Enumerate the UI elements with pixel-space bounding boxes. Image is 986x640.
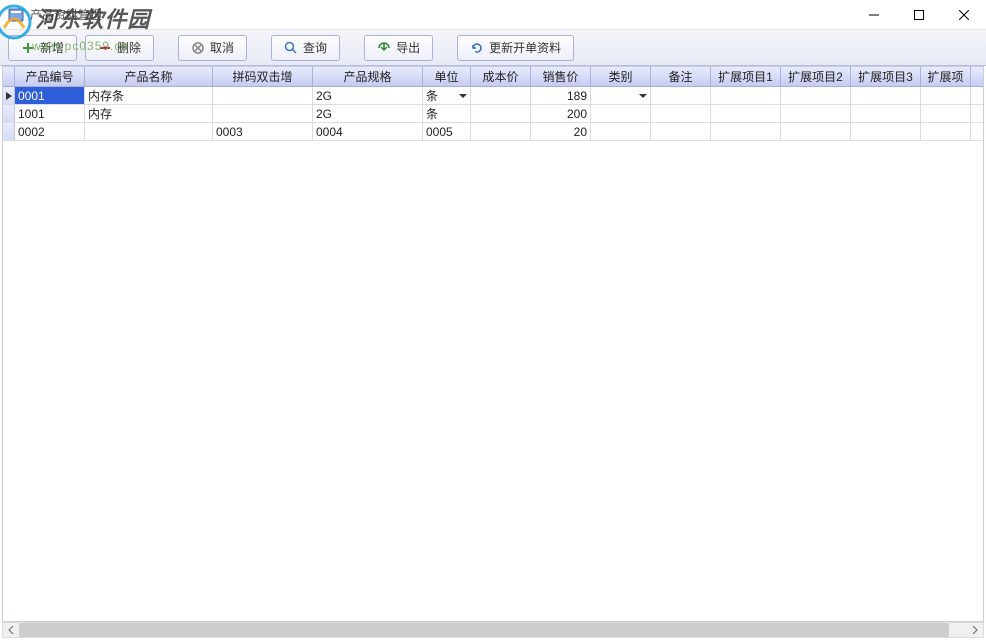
cell-cost[interactable] [471,123,531,140]
cell-cat[interactable] [591,105,651,122]
cell-e2[interactable] [781,105,851,122]
cell-id[interactable]: 0002 [15,123,85,140]
cell-remark[interactable] [651,105,711,122]
cell-unit[interactable]: 条 [423,105,471,122]
app-icon [8,7,24,23]
col-header[interactable]: 扩展项目3 [851,67,921,86]
col-header[interactable]: 扩展项目1 [711,67,781,86]
cell-e3[interactable] [851,87,921,104]
scroll-right-arrow[interactable] [967,623,983,637]
cell-py[interactable]: 0003 [213,123,313,140]
col-header[interactable]: 产品编号 [15,67,85,86]
chevron-down-icon[interactable] [459,94,467,98]
grid-header: 产品编号 产品名称 拼码双击增 产品规格 单位 成本价 销售价 类别 备注 扩展… [3,67,983,87]
cell-e2[interactable] [781,87,851,104]
minus-icon [98,41,112,55]
scroll-thumb[interactable] [19,623,949,637]
cell-price[interactable]: 20 [531,123,591,140]
table-row[interactable]: 1001内存 2G条 200 [3,105,983,123]
toolbar: 新增 删除 取消 查询 导出 更新开单资料 [0,30,986,66]
refresh-button[interactable]: 更新开单资料 [457,35,574,61]
cell-e4[interactable] [921,87,971,104]
cell-cat[interactable] [591,123,651,140]
col-header[interactable]: 产品规格 [313,67,423,86]
plus-icon [21,41,35,55]
cell-remark[interactable] [651,123,711,140]
table-row[interactable]: 0001内存条 2G条 189 [3,87,983,105]
table-row[interactable]: 0002 000300040005 20 [3,123,983,141]
cell-e3[interactable] [851,105,921,122]
scroll-track[interactable] [19,623,967,637]
cancel-icon [191,41,205,55]
cell-price[interactable]: 200 [531,105,591,122]
cell-id[interactable]: 1001 [15,105,85,122]
export-icon [377,41,391,55]
cell-e4[interactable] [921,105,971,122]
cell-spec[interactable]: 0004 [313,123,423,140]
cell-e3[interactable] [851,123,921,140]
col-header[interactable]: 备注 [651,67,711,86]
col-header[interactable]: 产品名称 [85,67,213,86]
delete-label: 删除 [117,39,141,56]
chevron-down-icon[interactable] [639,94,647,98]
col-header[interactable]: 拼码双击增 [213,67,313,86]
refresh-label: 更新开单资料 [489,39,561,56]
cell-cost[interactable] [471,87,531,104]
cell-e2[interactable] [781,123,851,140]
cancel-button[interactable]: 取消 [178,35,247,61]
col-header[interactable]: 扩展项 [921,67,971,86]
cell-remark[interactable] [651,87,711,104]
scroll-left-arrow[interactable] [3,623,19,637]
cell-e1[interactable] [711,123,781,140]
cell-price[interactable]: 189 [531,87,591,104]
cell-unit[interactable]: 条 [423,87,471,104]
cell-name[interactable]: 内存 [85,105,213,122]
horizontal-scrollbar[interactable] [2,622,984,638]
window-title: 产品资料管理 [30,6,102,23]
query-button[interactable]: 查询 [271,35,340,61]
search-icon [284,41,298,55]
col-header[interactable]: 类别 [591,67,651,86]
cell-e4[interactable] [921,123,971,140]
cell-cost[interactable] [471,105,531,122]
cell-e1[interactable] [711,105,781,122]
row-indicator [3,123,15,140]
export-button[interactable]: 导出 [364,35,433,61]
col-header[interactable]: 单位 [423,67,471,86]
cell-spec[interactable]: 2G [313,105,423,122]
row-indicator [3,105,15,122]
minimize-button[interactable] [851,0,896,30]
row-indicator [3,87,15,104]
grid-body: 0001内存条2G条1891001内存2G条200000200030004000… [3,87,983,141]
title-bar: 产品资料管理 [0,0,986,30]
col-header[interactable]: 销售价 [531,67,591,86]
row-indicator-header [3,67,15,86]
cell-name[interactable]: 内存条 [85,87,213,104]
export-label: 导出 [396,39,420,56]
col-header[interactable]: 成本价 [471,67,531,86]
data-grid[interactable]: 产品编号 产品名称 拼码双击增 产品规格 单位 成本价 销售价 类别 备注 扩展… [2,66,984,622]
cell-py[interactable] [213,87,313,104]
cell-name[interactable] [85,123,213,140]
maximize-button[interactable] [896,0,941,30]
close-button[interactable] [941,0,986,30]
cell-cat[interactable] [591,87,651,104]
cancel-label: 取消 [210,39,234,56]
cell-py[interactable] [213,105,313,122]
add-label: 新增 [40,39,64,56]
query-label: 查询 [303,39,327,56]
cell-unit[interactable]: 0005 [423,123,471,140]
cell-e1[interactable] [711,87,781,104]
refresh-icon [470,41,484,55]
col-header[interactable]: 扩展项目2 [781,67,851,86]
delete-button[interactable]: 删除 [85,35,154,61]
add-button[interactable]: 新增 [8,35,77,61]
cell-spec[interactable]: 2G [313,87,423,104]
cell-id[interactable]: 0001 [15,87,85,104]
